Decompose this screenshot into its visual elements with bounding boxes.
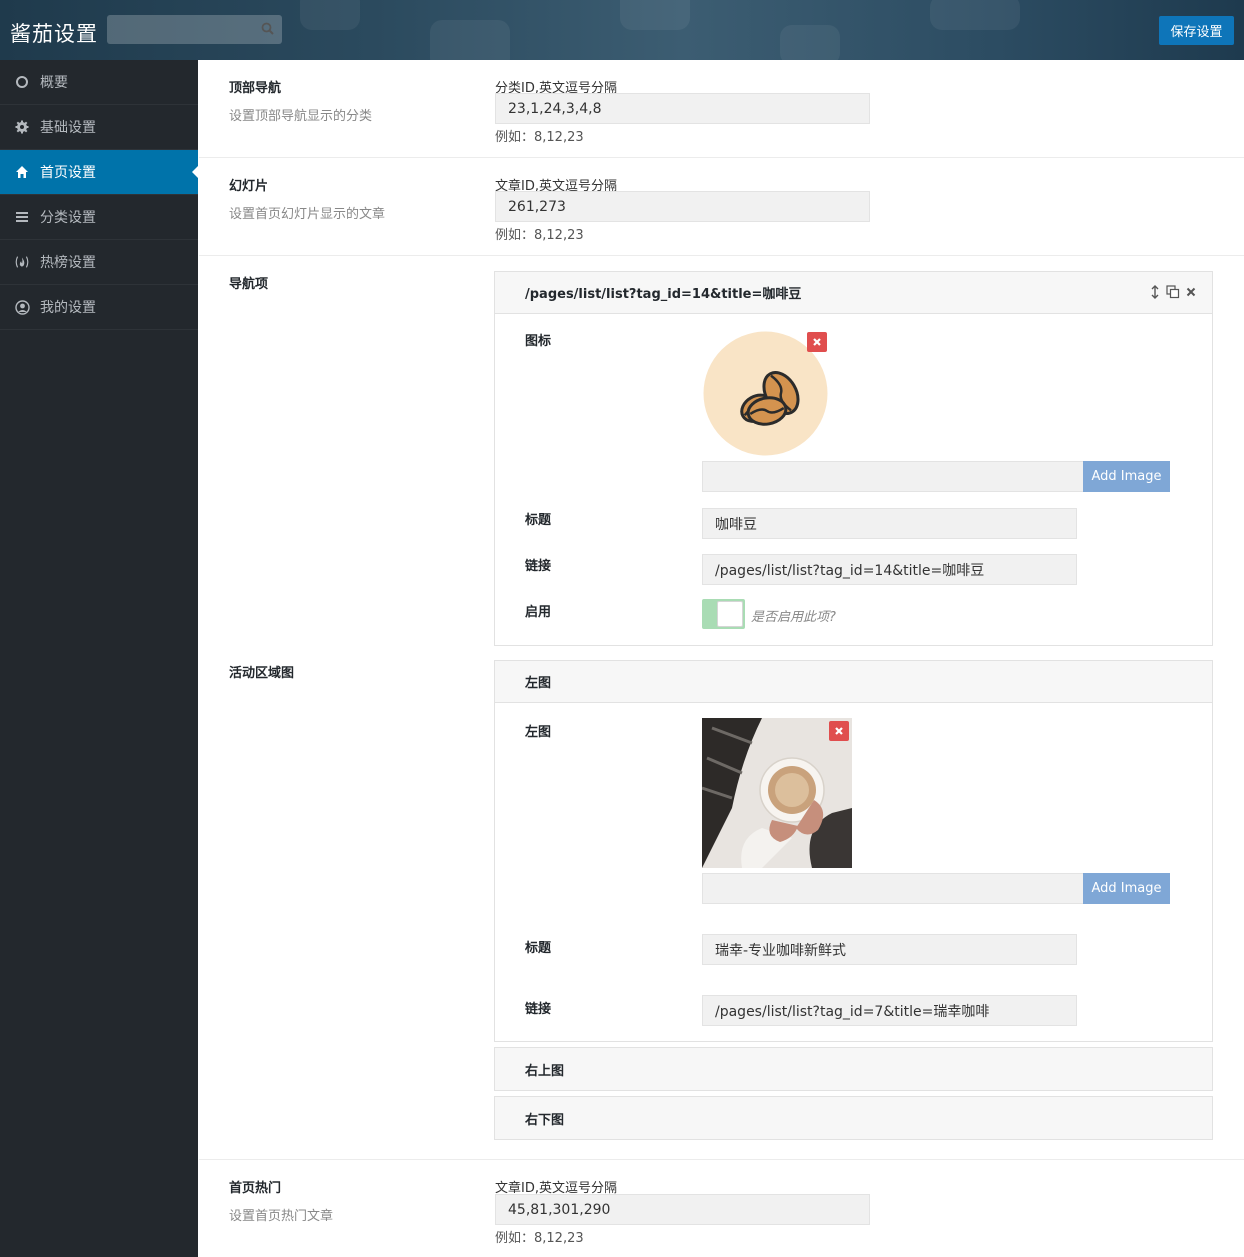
search-box[interactable] <box>107 15 282 44</box>
user-circle-icon <box>14 299 30 315</box>
header-decoration <box>430 20 510 60</box>
home-icon <box>14 164 30 180</box>
copy-icon[interactable] <box>1166 285 1180 299</box>
header-decoration <box>620 0 690 30</box>
row-title: 导航项 <box>229 277 269 292</box>
nav-item-header-title: /pages/list/list?tag_id=14&title=咖啡豆 <box>525 287 802 302</box>
sidebar-item-label: 首页设置 <box>40 165 96 181</box>
setting-row-nav-items: 导航项 /pages/list/list?tag_id=14&title=咖啡豆… <box>199 256 1244 646</box>
header-decoration <box>930 0 1020 30</box>
setting-row-top-nav: 顶部导航 设置顶部导航显示的分类 分类ID,英文逗号分隔 例如：8,12,23 <box>199 60 1244 158</box>
row-description: 设置顶部导航显示的分类 <box>229 109 373 124</box>
setting-row-activity: 活动区域图 左图 左图 Add Image 标题 瑞幸-专业咖啡新鲜式 链接 /… <box>199 646 1244 1160</box>
bottom-right-image-title: 右下图 <box>525 1112 565 1128</box>
close-icon <box>813 338 821 346</box>
title-label: 标题 <box>525 513 552 528</box>
top-right-image-title: 右上图 <box>525 1063 565 1079</box>
field-hint: 例如：8,12,23 <box>495 228 584 243</box>
image-url-field[interactable] <box>702 461 1084 492</box>
save-settings-button[interactable]: 保存设置 <box>1159 16 1234 45</box>
sidebar-item-label: 我的设置 <box>40 300 96 316</box>
field-hint: 例如：8,12,23 <box>495 1231 584 1246</box>
sidebar-item-mine[interactable]: 我的设置 <box>0 285 198 330</box>
circle-icon <box>14 74 30 90</box>
remove-image-button[interactable] <box>807 332 827 352</box>
setting-row-slides: 幻灯片 设置首页幻灯片显示的文章 文章ID,英文逗号分隔 例如：8,12,23 <box>199 158 1244 256</box>
bottom-right-image-header[interactable]: 右下图 <box>494 1096 1213 1140</box>
nav-title-input[interactable] <box>702 508 1077 539</box>
nav-item-tools <box>1148 285 1198 299</box>
header-decoration <box>300 0 360 30</box>
row-title: 首页热门 <box>229 1181 282 1196</box>
add-image-button[interactable]: Add Image <box>1083 461 1170 492</box>
top-nav-ids-input[interactable] <box>495 93 870 124</box>
search-icon[interactable] <box>260 21 276 37</box>
field-hint: 例如：8,12,23 <box>495 130 584 145</box>
enable-note: 是否启用此项? <box>751 610 836 625</box>
top-right-image-header[interactable]: 右上图 <box>494 1047 1213 1091</box>
list-icon <box>14 209 30 225</box>
setting-row-hot: 首页热门 设置首页热门文章 文章ID,英文逗号分隔 例如：8,12,23 <box>199 1160 1244 1257</box>
top-header: 酱茄设置 保存设置 <box>0 0 1244 60</box>
fire-icon <box>14 254 30 270</box>
close-icon[interactable] <box>1184 285 1198 299</box>
enable-toggle[interactable] <box>702 599 745 629</box>
nav-item-group: /pages/list/list?tag_id=14&title=咖啡豆 图标 <box>494 271 1213 646</box>
app-title: 酱茄设置 <box>10 22 98 46</box>
link-label: 链接 <box>525 1002 552 1017</box>
row-title: 幻灯片 <box>229 179 269 194</box>
search-input[interactable] <box>107 15 282 44</box>
main-content: 顶部导航 设置顶部导航显示的分类 分类ID,英文逗号分隔 例如：8,12,23 … <box>199 60 1244 1257</box>
add-image-button[interactable]: Add Image <box>1083 873 1170 904</box>
left-image-label: 左图 <box>525 725 552 740</box>
slides-ids-input[interactable] <box>495 191 870 222</box>
row-description: 设置首页热门文章 <box>229 1209 334 1224</box>
sidebar-item-basic[interactable]: 基础设置 <box>0 105 198 150</box>
sidebar-item-label: 概要 <box>40 75 68 91</box>
row-description: 设置首页幻灯片显示的文章 <box>229 207 386 222</box>
activity-link-input[interactable] <box>702 995 1077 1026</box>
sidebar: 概要 基础设置 首页设置 分类设置 热榜设置 我的设置 <box>0 60 198 1257</box>
left-image-header-title: 左图 <box>525 676 552 691</box>
icon-label: 图标 <box>525 334 552 349</box>
close-icon <box>835 727 843 735</box>
gear-icon <box>14 119 30 135</box>
toggle-knob <box>717 601 743 627</box>
sidebar-item-label: 热榜设置 <box>40 255 96 271</box>
sidebar-item-label: 分类设置 <box>40 210 96 226</box>
sort-icon[interactable] <box>1148 285 1162 299</box>
hot-ids-input[interactable] <box>495 1194 870 1225</box>
header-decoration <box>780 25 840 60</box>
remove-image-button[interactable] <box>829 721 849 741</box>
image-url-field[interactable] <box>702 873 1084 904</box>
activity-left-group: 左图 左图 Add Image 标题 瑞幸-专业咖啡新鲜式 链接 /pages/… <box>494 660 1213 1042</box>
title-label: 标题 <box>525 941 552 956</box>
enable-label: 启用 <box>525 605 552 620</box>
sidebar-item-category[interactable]: 分类设置 <box>0 195 198 240</box>
nav-link-input[interactable] <box>702 554 1077 585</box>
link-label: 链接 <box>525 559 552 574</box>
sidebar-item-home[interactable]: 首页设置 <box>0 150 198 195</box>
left-image-header[interactable]: 左图 <box>495 661 1212 703</box>
row-title: 顶部导航 <box>229 81 282 96</box>
nav-item-header[interactable]: /pages/list/list?tag_id=14&title=咖啡豆 <box>495 272 1212 314</box>
sidebar-item-overview[interactable]: 概要 <box>0 60 198 105</box>
sidebar-item-label: 基础设置 <box>40 120 96 136</box>
row-title: 活动区域图 <box>229 666 295 681</box>
activity-title-input[interactable] <box>702 934 1077 965</box>
sidebar-item-hot[interactable]: 热榜设置 <box>0 240 198 285</box>
